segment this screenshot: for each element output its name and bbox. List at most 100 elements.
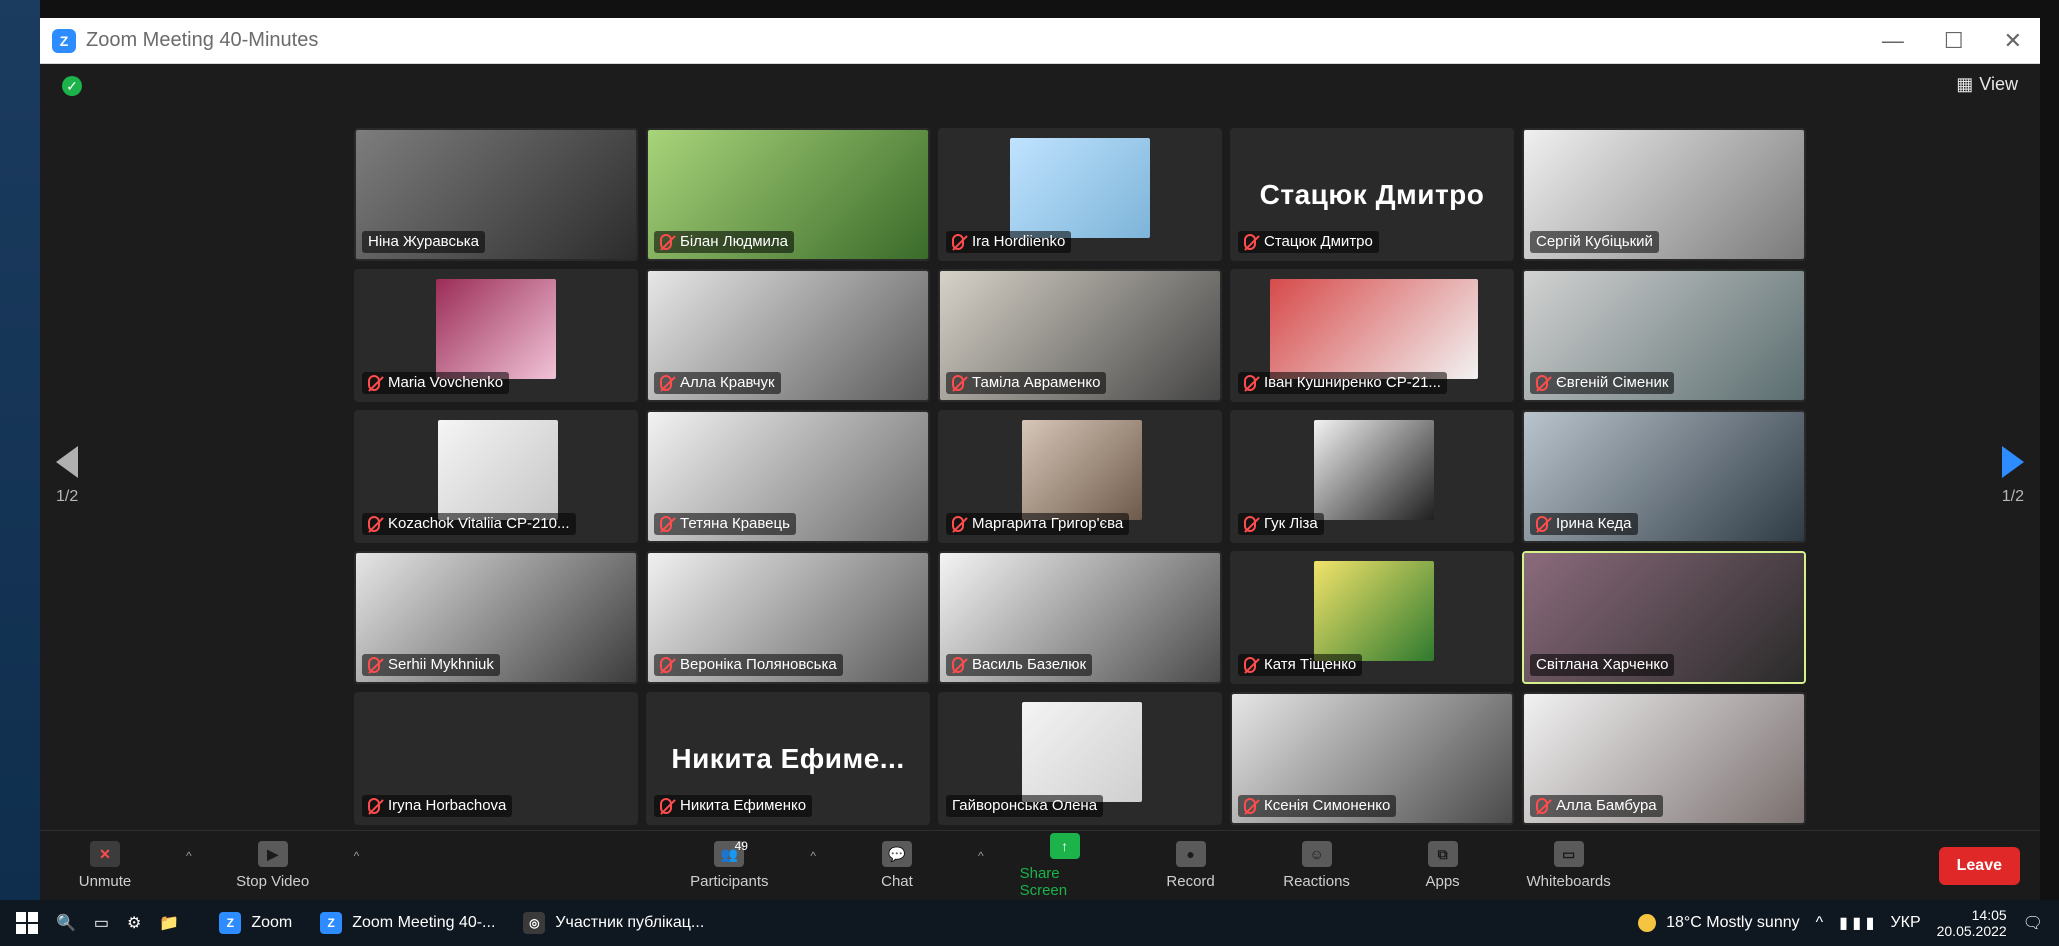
page-next[interactable]: 1/2 bbox=[2002, 446, 2024, 506]
participant-tile[interactable]: Kozachok Vitaliia СР-210... bbox=[354, 410, 638, 543]
tile-name-label: Ксенія Симоненко bbox=[1238, 795, 1397, 817]
mic-muted-icon bbox=[368, 798, 380, 814]
tile-name-label: Maria Vovchenko bbox=[362, 372, 510, 394]
tile-name-label: Вероніка Поляновська bbox=[654, 654, 843, 676]
participant-tile[interactable]: Maria Vovchenko bbox=[354, 269, 638, 402]
participants-count: 49 bbox=[734, 839, 748, 853]
leave-button[interactable]: Leave bbox=[1938, 846, 2020, 885]
weather-widget[interactable]: 18°C Mostly sunny bbox=[1638, 914, 1800, 932]
unmute-button[interactable]: ✕ Unmute bbox=[60, 841, 150, 890]
clock[interactable]: 14:05 20.05.2022 bbox=[1937, 907, 2007, 939]
participant-tile[interactable]: Таміла Авраменко bbox=[938, 269, 1222, 402]
participant-tile[interactable]: Маргарита Григор'єва bbox=[938, 410, 1222, 543]
taskbar-chrome-label: Участник публікац... bbox=[555, 914, 705, 931]
participant-tile-active-speaker[interactable]: Світлана Харченко bbox=[1522, 551, 1806, 684]
participant-name: Гук Ліза bbox=[1264, 515, 1318, 532]
participant-tile[interactable]: Вероніка Поляновська bbox=[646, 551, 930, 684]
taskbar-zoom[interactable]: Z Zoom bbox=[219, 912, 292, 934]
participant-tile[interactable]: Гук Ліза bbox=[1230, 410, 1514, 543]
mic-muted-icon bbox=[660, 516, 672, 532]
desktop-left-strip bbox=[0, 0, 40, 900]
participant-tile[interactable]: Білан Людмила bbox=[646, 128, 930, 261]
participant-tile[interactable]: Василь Базелюк bbox=[938, 551, 1222, 684]
search-icon[interactable]: 🔍 bbox=[56, 913, 76, 933]
participant-tile[interactable]: Ксенія Симоненко bbox=[1230, 692, 1514, 825]
view-button[interactable]: ▦ View bbox=[1956, 74, 2018, 95]
stop-video-button[interactable]: ▶ Stop Video bbox=[228, 841, 318, 890]
tile-name-label: Сергій Кубіцький bbox=[1530, 231, 1659, 253]
zoom-logo-icon: Z bbox=[52, 28, 76, 53]
tile-name-label: Світлана Харченко bbox=[1530, 654, 1675, 676]
tile-name-label: Никита Ефименко bbox=[654, 795, 813, 817]
chat-caret[interactable]: ^ bbox=[978, 849, 984, 863]
mic-muted-icon bbox=[1244, 657, 1256, 673]
participant-tile[interactable]: Катя Тіщенко bbox=[1230, 551, 1514, 684]
participant-tile[interactable]: Ira Hordiienko bbox=[938, 128, 1222, 261]
participant-tile[interactable]: Іван Кушниренко СР-21... bbox=[1230, 269, 1514, 402]
mic-muted-icon bbox=[1536, 516, 1548, 532]
reactions-label: Reactions bbox=[1283, 873, 1350, 890]
record-button[interactable]: ● Record bbox=[1146, 841, 1236, 890]
video-caret[interactable]: ^ bbox=[354, 849, 360, 863]
zoom-icon: Z bbox=[219, 912, 242, 934]
mic-muted-icon bbox=[368, 657, 380, 673]
task-view-icon[interactable]: ▭ bbox=[94, 913, 109, 933]
participant-tile[interactable]: Алла Бамбура bbox=[1522, 692, 1806, 825]
tray-chevron-icon[interactable]: ^ bbox=[1816, 914, 1824, 932]
unmute-caret[interactable]: ^ bbox=[186, 849, 192, 863]
language-indicator[interactable]: УКР bbox=[1890, 914, 1920, 932]
view-label: View bbox=[1979, 74, 2018, 94]
participants-button[interactable]: 👥 49 Participants bbox=[684, 839, 774, 890]
minimize-button[interactable]: — bbox=[1882, 28, 1904, 54]
whiteboards-button[interactable]: ▭ Whiteboards bbox=[1524, 841, 1614, 890]
settings-icon[interactable]: ⚙ bbox=[127, 913, 141, 933]
participant-name: Никита Ефименко bbox=[680, 797, 807, 814]
participant-tile[interactable]: Ніна Журавська bbox=[354, 128, 638, 261]
reactions-icon: ☺ bbox=[1301, 841, 1332, 867]
mic-muted-icon bbox=[1536, 798, 1548, 814]
participant-tile[interactable]: Євгеній Сіменик bbox=[1522, 269, 1806, 402]
participant-tile[interactable]: Стацюк Дмитро Стацюк Дмитро bbox=[1230, 128, 1514, 261]
tray-icons[interactable]: ▮ ▮ ▮ bbox=[1839, 913, 1874, 933]
taskbar-left: 🔍 ▭ ⚙ 📁 bbox=[16, 912, 179, 934]
whiteboard-icon: ▭ bbox=[1553, 841, 1584, 867]
participant-name: Алла Бамбура bbox=[1556, 797, 1657, 814]
participant-tile[interactable]: Iryna Horbachova bbox=[354, 692, 638, 825]
participant-tile[interactable]: Гайворонська Олена bbox=[938, 692, 1222, 825]
share-screen-label: Share Screen bbox=[1019, 864, 1068, 899]
close-button[interactable]: ✕ bbox=[2004, 28, 2022, 54]
taskbar-chrome[interactable]: ◎ Участник публікац... bbox=[523, 912, 704, 934]
taskbar-zoom-meeting[interactable]: Z Zoom Meeting 40-... bbox=[320, 912, 495, 934]
share-screen-button[interactable]: ↑ Share Screen bbox=[1019, 832, 1110, 899]
tile-name-label: Гук Ліза bbox=[1238, 513, 1324, 535]
file-explorer-icon[interactable]: 📁 bbox=[159, 913, 179, 933]
participant-name: Maria Vovchenko bbox=[388, 374, 504, 391]
participant-name: Євгеній Сіменик bbox=[1556, 374, 1669, 391]
participant-name: Ira Hordiienko bbox=[972, 233, 1066, 250]
participant-tile[interactable]: Сергій Кубіцький bbox=[1522, 128, 1806, 261]
window-title-group: Z Zoom Meeting 40-Minutes bbox=[52, 28, 318, 53]
participant-name: Serhii Mykhniuk bbox=[388, 656, 494, 673]
apps-button[interactable]: ⧉ Apps bbox=[1398, 841, 1488, 890]
reactions-button[interactable]: ☺ Reactions bbox=[1272, 841, 1362, 890]
notifications-icon[interactable]: 🗨 bbox=[2023, 913, 2043, 933]
page-prev[interactable]: 1/2 bbox=[56, 446, 78, 506]
participant-tile[interactable]: Тетяна Кравець bbox=[646, 410, 930, 543]
participant-name: Kozachok Vitaliia СР-210... bbox=[388, 515, 570, 532]
toolbar-right: Leave bbox=[1938, 846, 2020, 885]
participant-name: Алла Кравчук bbox=[680, 374, 775, 391]
participant-tile[interactable]: Ірина Кеда bbox=[1522, 410, 1806, 543]
participant-tile[interactable]: Никита Ефиме... Никита Ефименко bbox=[646, 692, 930, 825]
tile-name-label: Тетяна Кравець bbox=[654, 513, 796, 535]
page-indicator-left: 1/2 bbox=[56, 488, 79, 505]
participant-tile[interactable]: Алла Кравчук bbox=[646, 269, 930, 402]
chat-button[interactable]: 💬 Chat bbox=[852, 841, 942, 890]
windows-icon[interactable] bbox=[16, 912, 38, 934]
tile-name-label: Василь Базелюк bbox=[946, 654, 1093, 676]
chat-label: Chat bbox=[881, 873, 913, 890]
tile-name-label: Білан Людмила bbox=[654, 231, 795, 253]
taskbar-meeting-label: Zoom Meeting 40-... bbox=[352, 914, 496, 931]
participants-caret[interactable]: ^ bbox=[810, 849, 816, 863]
maximize-button[interactable]: ☐ bbox=[1944, 28, 1964, 54]
participant-tile[interactable]: Serhii Mykhniuk bbox=[354, 551, 638, 684]
